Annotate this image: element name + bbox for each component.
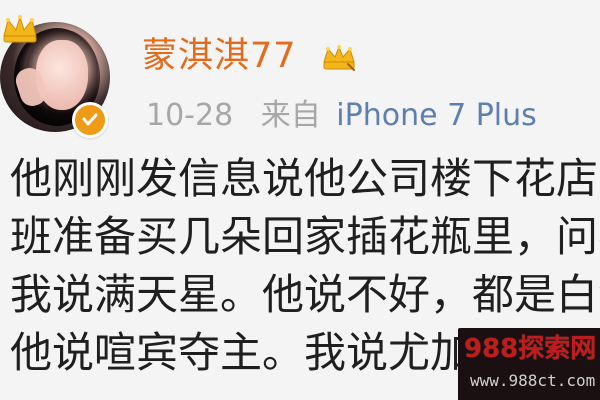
verified-check-icon: [82, 113, 98, 126]
crown-icon: [3, 15, 37, 43]
post-meta: 10-28 来自 iPhone 7 Plus: [146, 98, 537, 134]
watermark-site-name: 988探索网: [464, 334, 597, 364]
post-timestamp: 10-28: [146, 98, 234, 133]
avatar-container[interactable]: [0, 10, 115, 138]
post-line-2: 班准备买几朵回家插花瓶里，问我: [10, 212, 600, 261]
vip-crown-icon: [323, 45, 355, 71]
username[interactable]: 蒙淇淇77: [142, 36, 297, 76]
weibo-post-screenshot: 蒙淇淇77 10-28 来自 iPhone 7 Plus 他刚刚发信息说他公司楼…: [0, 0, 600, 400]
post-source-device[interactable]: iPhone 7 Plus: [336, 98, 537, 133]
verified-badge-icon: [72, 102, 108, 138]
watermark-site-url: www.988ct.com: [470, 371, 596, 390]
post-line-1: 他刚刚发信息说他公司楼下花店洋: [10, 154, 600, 203]
post-line-3: 我说满天星。他说不好，都是白色: [10, 270, 600, 319]
post-source-prefix: 来自: [260, 98, 321, 133]
watermark: 988探索网 www.988ct.com: [458, 328, 600, 400]
